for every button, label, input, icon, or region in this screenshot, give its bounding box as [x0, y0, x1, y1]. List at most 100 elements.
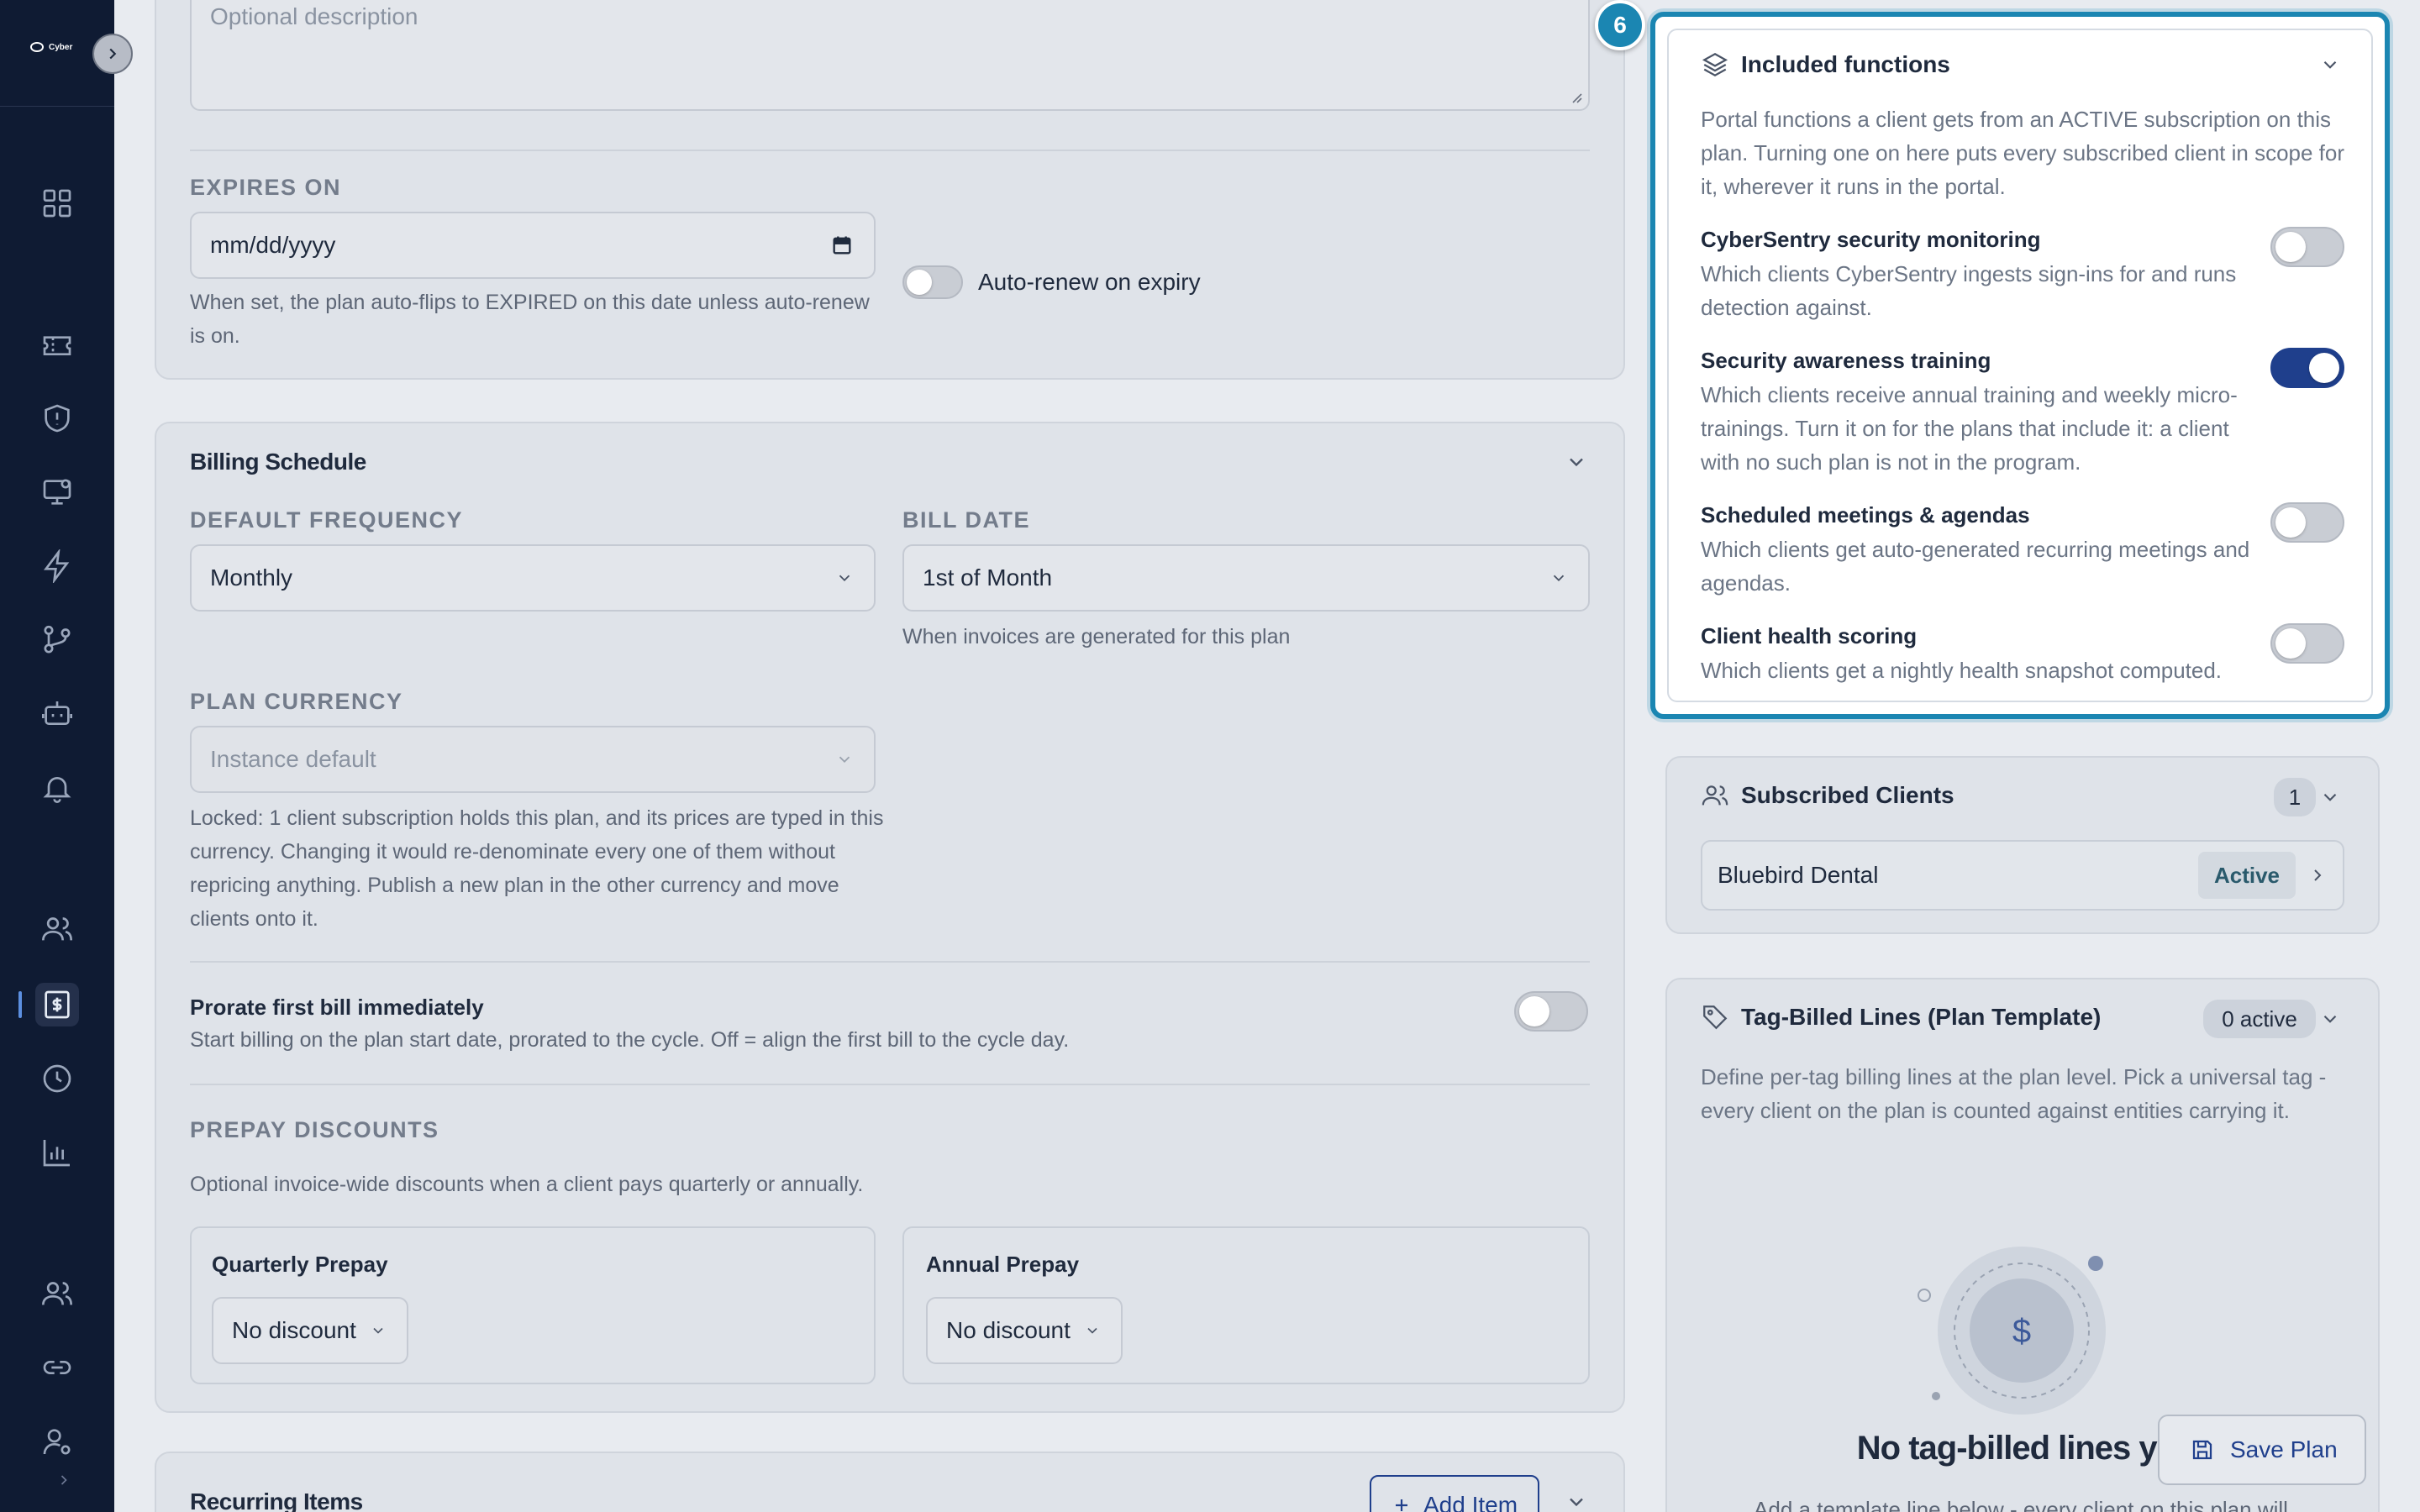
- plus-icon: [1396, 1499, 1407, 1511]
- divider: [190, 961, 1590, 963]
- function-description: Which clients get a nightly health snaps…: [1701, 658, 2223, 683]
- quarterly-prepay-title: Quarterly Prepay: [212, 1252, 388, 1277]
- chevron-down-icon: [839, 756, 850, 764]
- divider: [190, 150, 1590, 151]
- health-scoring-toggle[interactable]: [2270, 623, 2344, 664]
- resize-handle-icon[interactable]: [1568, 89, 1583, 104]
- function-description: Which clients get auto-generated recurri…: [1701, 537, 2250, 596]
- add-item-label: Add Item: [1423, 1492, 1518, 1512]
- subscribed-clients-header: Subscribed Clients: [1701, 781, 1954, 810]
- add-item-button[interactable]: Add Item: [1370, 1475, 1540, 1512]
- chevron-down-icon[interactable]: [2319, 786, 2341, 808]
- logo-text: Cyber: [49, 42, 73, 52]
- empty-state-illustration-icon: $: [1918, 1247, 2106, 1415]
- monitor-icon[interactable]: [35, 470, 79, 514]
- save-plan-label: Save Plan: [2230, 1436, 2338, 1462]
- description-textarea[interactable]: Optional description: [190, 0, 1590, 111]
- default-frequency-value: Monthly: [210, 564, 293, 591]
- tag-icon: [1703, 1005, 1728, 1030]
- security-training-toggle[interactable]: [2270, 348, 2344, 388]
- default-frequency-select[interactable]: Monthly: [190, 544, 876, 612]
- client-row[interactable]: Bluebird Dental Active: [1701, 840, 2344, 911]
- layers-icon: [1702, 52, 1728, 77]
- bill-date-value: 1st of Month: [923, 564, 1053, 591]
- function-name: Security awareness training: [1701, 348, 1991, 373]
- scheduled-meetings-toggle[interactable]: [2270, 502, 2344, 543]
- calendar-icon[interactable]: [830, 234, 854, 257]
- toggle-knob: [907, 270, 932, 295]
- clock-icon[interactable]: [35, 1057, 79, 1100]
- chart-icon[interactable]: [35, 1131, 79, 1174]
- bell-icon[interactable]: [35, 766, 79, 810]
- chevron-down-icon: [839, 575, 850, 582]
- tour-step-badge: 6: [1595, 0, 1645, 50]
- tag-billed-count-badge: 0 active: [2203, 1000, 2316, 1038]
- sidebar-divider: [0, 106, 114, 107]
- plan-currency-value: Instance default: [210, 746, 376, 772]
- nav-active-indicator: [18, 991, 22, 1018]
- bill-date-select[interactable]: 1st of Month: [902, 544, 1590, 612]
- toggle-knob: [1519, 996, 1549, 1026]
- grid-icon[interactable]: [35, 181, 79, 225]
- chevron-right-icon: [2314, 869, 2322, 881]
- user-settings-icon[interactable]: [35, 1420, 79, 1463]
- tag-billed-description: Define per-tag billing lines at the plan…: [1701, 1064, 2327, 1123]
- included-functions-description: Portal functions a client gets from an A…: [1701, 107, 2345, 199]
- status-badge: Active: [2198, 852, 2296, 899]
- link-icon[interactable]: [35, 1346, 79, 1389]
- prorate-help: Start billing on the plan start date, pr…: [190, 1028, 1070, 1052]
- included-functions-header: Included functions: [1701, 50, 1950, 79]
- toggle-knob: [2275, 628, 2306, 659]
- ticket-icon[interactable]: [35, 323, 79, 366]
- expires-label: EXPIRES ON: [190, 175, 342, 200]
- function-name: Scheduled meetings & agendas: [1701, 502, 2030, 528]
- chevron-down-icon[interactable]: [1565, 1490, 1588, 1512]
- function-name: Client health scoring: [1701, 623, 1918, 648]
- robot-icon[interactable]: [35, 692, 79, 736]
- plan-currency-help: Locked: 1 client subscription holds this…: [190, 806, 884, 931]
- default-frequency-label: DEFAULT FREQUENCY: [190, 507, 464, 533]
- branch-icon[interactable]: [35, 618, 79, 662]
- toggle-knob: [2275, 507, 2306, 538]
- toggle-knob: [2309, 353, 2339, 383]
- auto-renew-label: Auto-renew on expiry: [978, 269, 1201, 295]
- plan-currency-label: PLAN CURRENCY: [190, 689, 403, 714]
- expires-placeholder: mm/dd/yyyy: [210, 232, 336, 258]
- function-description: Which clients receive annual training an…: [1701, 382, 2238, 475]
- chevron-down-icon[interactable]: [2319, 1008, 2341, 1030]
- chevron-down-icon: [1553, 575, 1565, 582]
- bolt-icon[interactable]: [35, 544, 79, 588]
- subscribed-clients-title: Subscribed Clients: [1741, 782, 1954, 808]
- chevron-down-icon[interactable]: [1565, 450, 1588, 474]
- recurring-items-title: Recurring Items: [190, 1488, 363, 1512]
- annual-prepay-box: Annual Prepay No discount: [902, 1226, 1590, 1384]
- auto-renew-toggle[interactable]: [902, 265, 963, 299]
- shield-icon[interactable]: [35, 396, 79, 440]
- annual-prepay-title: Annual Prepay: [926, 1252, 1080, 1277]
- client-name: Bluebird Dental: [1718, 862, 1879, 888]
- function-name: CyberSentry security monitoring: [1701, 227, 2041, 252]
- billing-icon[interactable]: [35, 983, 79, 1026]
- tag-billed-title: Tag-Billed Lines (Plan Template): [1741, 1004, 2102, 1030]
- plan-currency-select: Instance default: [190, 726, 876, 793]
- included-functions-title: Included functions: [1741, 51, 1950, 77]
- empty-state-subtitle: Add a template line below - every client…: [1754, 1497, 2288, 1512]
- expires-date-input[interactable]: mm/dd/yyyy: [190, 212, 876, 279]
- currency-symbol: $: [2012, 1313, 2031, 1350]
- users-icon[interactable]: [35, 907, 79, 951]
- chevron-down-icon[interactable]: [2319, 54, 2341, 76]
- prorate-title: Prorate first bill immediately: [190, 995, 484, 1020]
- sidebar: Cyber: [0, 0, 114, 1512]
- clients-count-badge: 1: [2274, 778, 2316, 816]
- cybersentry-toggle[interactable]: [2270, 227, 2344, 267]
- people-icon[interactable]: [35, 1272, 79, 1315]
- sidebar-toggle-button[interactable]: [92, 34, 133, 74]
- bill-date-help: When invoices are generated for this pla…: [902, 625, 1291, 648]
- quarterly-discount-select[interactable]: No discount: [212, 1297, 408, 1364]
- annual-discount-select[interactable]: No discount: [926, 1297, 1123, 1364]
- function-description: Which clients CyberSentry ingests sign-i…: [1701, 261, 2237, 320]
- sidebar-expand-chevron-icon[interactable]: [54, 1470, 74, 1490]
- save-plan-button[interactable]: Save Plan: [2158, 1415, 2366, 1485]
- prepay-label: PREPAY DISCOUNTS: [190, 1117, 439, 1142]
- prorate-toggle[interactable]: [1514, 991, 1588, 1032]
